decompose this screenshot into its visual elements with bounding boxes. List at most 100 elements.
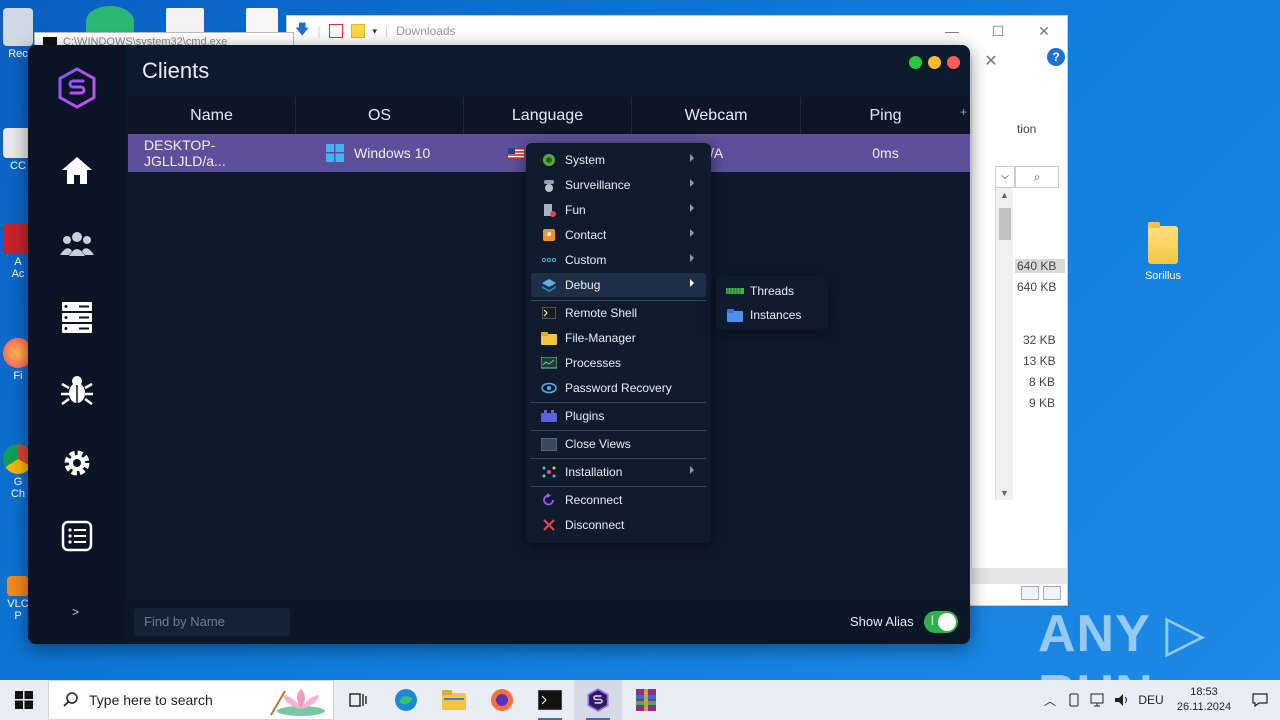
client-context-menu: System Surveillance Fun Contact Custom D… [526,143,711,543]
desktop-icon-label: Ac [11,268,25,280]
minimize-button[interactable] [928,56,941,69]
nav-home[interactable] [57,151,97,191]
menu-item-label: Remote Shell [565,306,638,320]
contact-icon [541,227,557,243]
menu-item-custom[interactable]: Custom [531,248,706,272]
menu-item-remote-shell[interactable]: Remote Shell [531,301,706,325]
windows-logo-icon [15,691,33,709]
menu-item-password-recovery[interactable]: Password Recovery [531,376,706,400]
show-hidden-icons-button[interactable]: ︿ [1038,680,1062,720]
taskbar-edge[interactable] [382,680,430,720]
clock[interactable]: 18:53 26.11.2024 [1168,685,1240,715]
maximize-button[interactable]: ☐ [975,16,1021,46]
document-desktop-icon[interactable] [166,8,204,34]
menu-item-reconnect[interactable]: Reconnect [531,488,706,512]
tray-network-icon[interactable] [1086,680,1110,720]
tray-volume-icon[interactable] [1110,680,1134,720]
edge-icon [395,689,417,711]
minimize-button[interactable]: — [929,16,975,46]
menu-item-file-manager[interactable]: File-Manager [531,326,706,350]
separator: | [317,24,321,38]
submenu-arrow-icon [690,179,694,187]
address-dropdown-button[interactable]: ⌵ [995,166,1015,188]
scroll-up-icon[interactable]: ▲ [1000,190,1009,200]
menu-item-system[interactable]: System [531,148,706,172]
show-alias-toggle[interactable]: | [924,611,958,633]
cell-ping: 0ms [872,145,899,161]
menu-separator [531,430,706,431]
taskbar-file-explorer[interactable] [430,680,478,720]
chevron-up-icon: ︿ [1043,693,1056,708]
taskbar-winrar[interactable] [622,680,670,720]
properties-icon[interactable] [328,24,343,38]
nav-clients[interactable] [57,224,97,264]
start-button[interactable] [0,680,48,720]
input-language-button[interactable]: DEU [1134,680,1168,720]
task-view-icon [349,693,367,707]
menu-item-label: Contact [565,228,607,242]
menu-item-disconnect[interactable]: Disconnect [531,513,706,537]
submenu-item-instances[interactable]: Instances [720,304,824,326]
scroll-down-icon[interactable]: ▼ [1000,488,1009,498]
maximize-button[interactable] [909,56,922,69]
taskbar-search-box[interactable]: Type here to search [48,680,334,720]
nav-servers[interactable] [57,297,97,337]
menu-item-label: Custom [565,253,607,267]
vertical-scrollbar[interactable]: ▲ ▼ [995,188,1013,500]
list-icon [61,520,93,552]
new-folder-icon[interactable] [350,24,365,38]
menu-item-plugins[interactable]: Plugins [531,404,706,428]
taskbar-sorillus[interactable] [574,680,622,720]
usb-device-icon [1069,693,1079,707]
nav-bugs[interactable] [57,370,97,410]
close-icon [541,517,557,533]
column-header-os[interactable]: OS [296,97,464,134]
details-view-icon[interactable] [1021,586,1039,600]
desktop-icon-sorillus[interactable]: Sorillus [1128,222,1198,282]
nav-settings[interactable] [57,443,97,483]
horizontal-scrollbar[interactable] [971,568,1067,584]
notification-center-button[interactable] [1240,693,1280,707]
cell-os: Windows 10 [296,134,464,172]
menu-item-processes[interactable]: Processes [531,351,706,375]
sidebar: > [28,45,126,644]
column-header-ping[interactable]: Ping [801,97,970,134]
menu-item-label: Fun [565,203,586,217]
tray-device-icon[interactable] [1062,680,1086,720]
menu-item-label: Processes [565,356,622,370]
taskbar-cmd[interactable] [526,680,574,720]
down-arrow-icon[interactable]: 🡇 [295,19,309,43]
scrollbar-thumb[interactable] [999,208,1011,240]
add-column-icon[interactable]: + [960,105,967,119]
submenu-item-threads[interactable]: Threads [720,280,824,302]
menu-item-installation[interactable]: Installation [531,460,706,484]
show-alias-label: Show Alias [850,614,914,629]
column-header-language[interactable]: Language [464,97,632,134]
taskbar-firefox[interactable] [478,680,526,720]
menu-item-contact[interactable]: Contact [531,223,706,247]
menu-item-label: Disconnect [565,518,625,532]
expand-sidebar-button[interactable]: > [72,605,79,619]
task-view-button[interactable] [334,680,382,720]
sorillus-app-window: > Clients Name OS Language Webcam Ping +… [28,45,970,644]
tiles-view-icon[interactable] [1043,586,1061,600]
column-header-name[interactable]: Name [128,97,296,134]
chevron-down-icon[interactable]: ▾ [373,26,378,37]
console-icon [538,690,562,710]
spy-icon [541,177,557,193]
column-header-webcam[interactable]: Webcam [632,97,801,134]
menu-item-debug[interactable]: Debug [531,273,706,297]
menu-item-fun[interactable]: Fun [531,198,706,222]
system-tray: ︿ DEU 18:53 26.11.2024 [1038,680,1280,720]
find-by-name-input[interactable]: Find by Name [134,608,290,636]
nav-logs[interactable] [57,516,97,556]
folder-icon [726,308,744,322]
plugin-icon [541,408,557,424]
menu-item-surveillance[interactable]: Surveillance [531,173,706,197]
close-button[interactable] [947,56,960,69]
menu-item-close-views[interactable]: Close Views [531,432,706,456]
close-button[interactable]: ✕ [1021,16,1067,46]
close-icon[interactable]: ✕ [979,50,1003,74]
document-desktop-icon[interactable] [246,8,278,34]
clock-date: 26.11.2024 [1176,701,1232,713]
